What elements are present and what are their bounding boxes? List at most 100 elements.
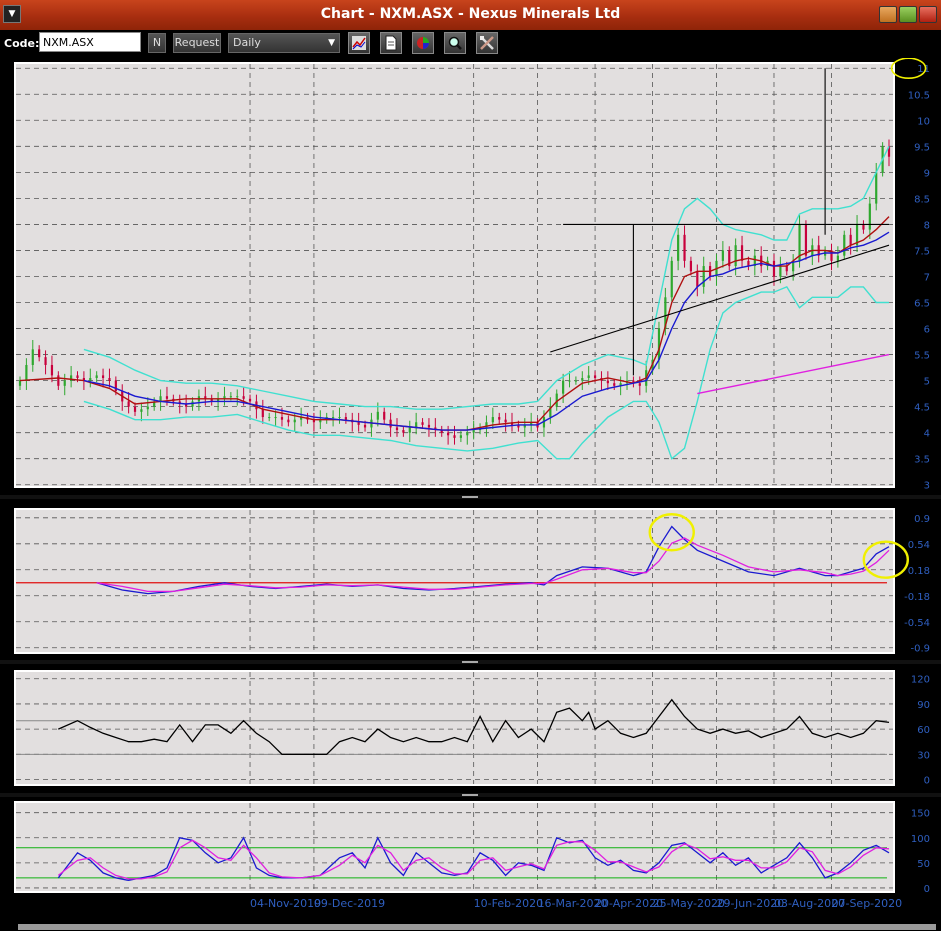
y-tick-label: 7 <box>924 272 930 283</box>
x-tick-label: 04-Nov-2019 <box>250 897 321 910</box>
candle-body <box>363 424 367 428</box>
candle-body <box>376 411 379 420</box>
y-tick-label: 4.5 <box>914 403 930 414</box>
chevron-down-icon: ▼ <box>328 38 335 48</box>
chart-style-button[interactable] <box>348 32 370 54</box>
n-button[interactable]: N <box>148 33 166 53</box>
candle-body <box>287 419 290 423</box>
y-tick-label: 150 <box>911 809 930 820</box>
y-tick-label: -0.9 <box>910 644 930 655</box>
candle-body <box>453 435 456 438</box>
document-button[interactable] <box>380 32 402 54</box>
close-button[interactable] <box>919 6 937 23</box>
candle-body <box>702 266 705 287</box>
candle-body <box>408 427 411 433</box>
y-tick-label: 0 <box>924 776 930 787</box>
candle-body <box>568 380 571 382</box>
y-tick-label: 3.5 <box>914 455 930 466</box>
candle-body <box>683 234 686 261</box>
candle-body <box>868 203 871 230</box>
candle-body <box>95 375 98 379</box>
maximize-button[interactable] <box>899 6 917 23</box>
candle-body <box>18 380 22 386</box>
tools-icon <box>480 36 494 50</box>
candle-body <box>836 255 839 261</box>
y-tick-label: -0.18 <box>904 592 930 603</box>
candle-body <box>466 432 469 436</box>
candle-body <box>25 364 28 381</box>
candle-body <box>779 266 782 277</box>
y-tick-label: 8.5 <box>914 194 930 205</box>
x-tick-label: 09-Dec-2019 <box>314 897 385 910</box>
candle-body <box>331 417 335 419</box>
y-tick-label: 10.5 <box>908 90 930 101</box>
candle-body <box>133 406 137 412</box>
candle-body <box>459 435 462 438</box>
candle-body <box>843 234 846 256</box>
candle-body <box>613 383 616 386</box>
candle-body <box>248 398 252 402</box>
candle-body <box>338 417 341 419</box>
candle-body <box>721 250 724 261</box>
candle-body <box>427 424 431 428</box>
candle-body <box>76 375 79 379</box>
candle-body <box>670 260 673 298</box>
candle-body <box>498 417 501 420</box>
candle-body <box>165 396 169 399</box>
candle-body <box>236 396 239 398</box>
candle-body <box>101 375 105 379</box>
candle-body <box>127 401 130 407</box>
zoom-icon <box>448 36 462 50</box>
candle-body <box>638 383 641 386</box>
candle-body <box>415 422 418 428</box>
request-button[interactable]: Request <box>173 33 221 53</box>
period-select[interactable]: Daily ▼ <box>228 33 340 53</box>
candle-body <box>472 430 475 433</box>
horizontal-scrollbar[interactable] <box>18 924 936 930</box>
candle-body <box>677 234 680 261</box>
y-tick-label: 9 <box>924 168 930 179</box>
panel-resize-handle <box>462 794 478 796</box>
candle-body <box>261 409 264 418</box>
panel-resize-handle <box>462 496 478 498</box>
candle-body <box>574 380 578 382</box>
minimize-button[interactable] <box>879 6 897 23</box>
palette-button[interactable] <box>412 32 434 54</box>
y-tick-label: 60 <box>917 725 930 736</box>
y-tick-label: 90 <box>917 700 930 711</box>
document-icon <box>385 35 397 51</box>
x-tick-label: 10-Feb-2020 <box>474 897 543 910</box>
candle-body <box>804 224 808 256</box>
zoom-button[interactable] <box>444 32 466 54</box>
chart-area[interactable]: 33.544.555.566.577.588.599.51010.5110.90… <box>0 58 941 924</box>
candle-body <box>44 357 47 365</box>
candle-body <box>740 245 744 261</box>
x-tick-label: 25-May-2020 <box>653 897 725 910</box>
y-tick-label: 4 <box>924 429 930 440</box>
y-tick-label: 6.5 <box>914 299 930 310</box>
toolbar: Code: <box>0 30 941 58</box>
candle-body <box>242 396 245 399</box>
title-bar[interactable]: ▼ Chart - NXM.ASX - Nexus Minerals Ltd <box>0 0 941 31</box>
candle-body <box>57 375 60 386</box>
candle-body <box>383 411 386 420</box>
candle-body <box>280 417 284 420</box>
tools-button[interactable] <box>476 32 498 54</box>
candle-body <box>268 417 271 419</box>
y-tick-label: 6 <box>924 325 930 336</box>
y-tick-label: 0.9 <box>914 514 930 525</box>
candle-body <box>734 245 737 267</box>
candle-body <box>875 172 878 204</box>
palette-icon <box>417 37 429 49</box>
candle-body <box>402 430 405 433</box>
y-tick-label: 8 <box>924 220 930 231</box>
code-input[interactable] <box>39 32 141 52</box>
y-tick-label: 3 <box>924 481 930 492</box>
panel-background <box>16 672 893 784</box>
candle-body <box>504 419 507 423</box>
y-tick-label: 120 <box>911 675 930 686</box>
candle-body <box>50 364 54 376</box>
candle-body <box>862 224 865 230</box>
y-tick-label: 10 <box>917 116 930 127</box>
candle-body <box>89 378 92 381</box>
